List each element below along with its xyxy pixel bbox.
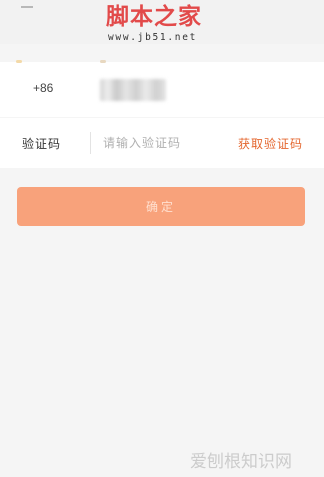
decoration	[100, 60, 106, 63]
watermark-url: www.jb51.net	[108, 32, 198, 43]
get-code-button[interactable]: 获取验证码	[238, 135, 303, 152]
phone-row: +86	[0, 60, 324, 117]
verification-row: 验证码 获取验证码	[0, 118, 324, 168]
verification-code-label: 验证码	[22, 137, 62, 151]
top-bar: 脚本之家 www.jb51.net	[0, 0, 324, 44]
verification-code-input[interactable]	[103, 131, 229, 155]
watermark-title: 脚本之家	[106, 3, 202, 30]
back-icon[interactable]	[21, 6, 33, 8]
confirm-button[interactable]: 确定	[17, 187, 305, 226]
divider	[90, 132, 91, 154]
footer-watermark: 爱刨根知识网	[190, 452, 292, 472]
phone-number-redacted	[100, 79, 166, 101]
country-code[interactable]: +86	[33, 81, 53, 95]
decoration	[16, 60, 22, 63]
